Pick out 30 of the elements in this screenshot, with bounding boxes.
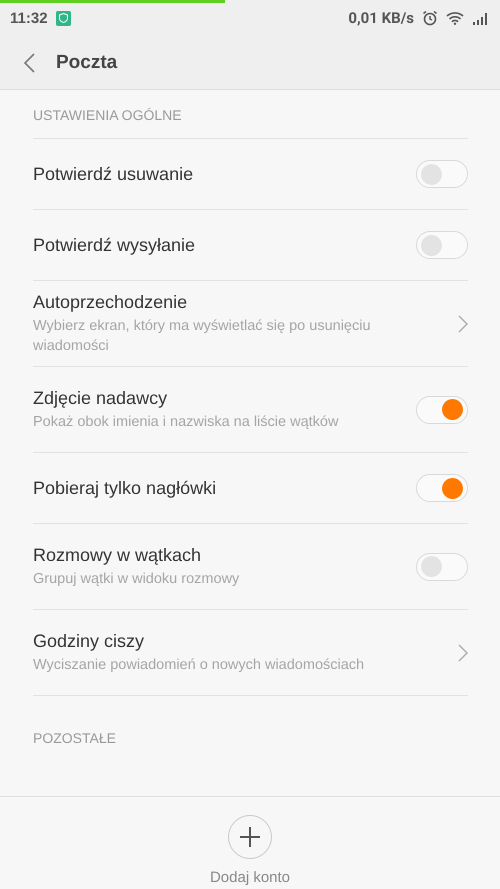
- setting-summary: Wybierz ekran, który ma wyświetlać się po usunięciu wiadomości: [33, 316, 372, 356]
- setting-summary: Pokaż obok imienia i nazwiska na liście wątków: [33, 412, 340, 432]
- setting-title: Zdjęcie nadawcy: [33, 388, 168, 408]
- setting-summary: Grupuj wątki w widoku rozmowy: [33, 570, 240, 588]
- setting-title: Autoprzechodzenie: [33, 292, 188, 312]
- toggle-switch[interactable]: [416, 474, 468, 502]
- setting-summary: Wyciszanie powiadomień o nowych wiadomościach: [33, 656, 366, 674]
- status-time: 11:32: [10, 10, 48, 26]
- page-title: Poczta: [56, 52, 118, 74]
- section-header: POZOSTAŁE: [33, 728, 117, 748]
- toggle-switch[interactable]: [416, 396, 468, 424]
- setting-title: Potwierdź wysyłanie: [33, 234, 196, 256]
- wifi-icon: [446, 11, 464, 25]
- network-speed: 0,01 KB/s: [348, 9, 414, 27]
- shield-icon: [56, 10, 71, 26]
- toggle-switch[interactable]: [416, 231, 468, 259]
- chevron-right-icon: [458, 644, 468, 662]
- setting-title: Godziny ciszy: [33, 630, 146, 652]
- plus-icon: [238, 825, 262, 849]
- alarm-icon: [422, 10, 438, 26]
- setting-title: Potwierdź usuwanie: [33, 164, 194, 184]
- toggle-switch[interactable]: [416, 160, 468, 188]
- section-header: USTAWIENIA OGÓLNE: [33, 90, 468, 139]
- signal-icon: [472, 11, 490, 25]
- chevron-right-icon: [458, 314, 468, 332]
- toggle-switch[interactable]: [416, 552, 468, 580]
- add-account-button[interactable]: [228, 815, 272, 859]
- setting-title: Pobieraj tylko nagłówki: [33, 478, 218, 498]
- add-account-label: Dodaj konto: [210, 869, 290, 886]
- setting-title: Rozmowy w wątkach: [33, 544, 202, 566]
